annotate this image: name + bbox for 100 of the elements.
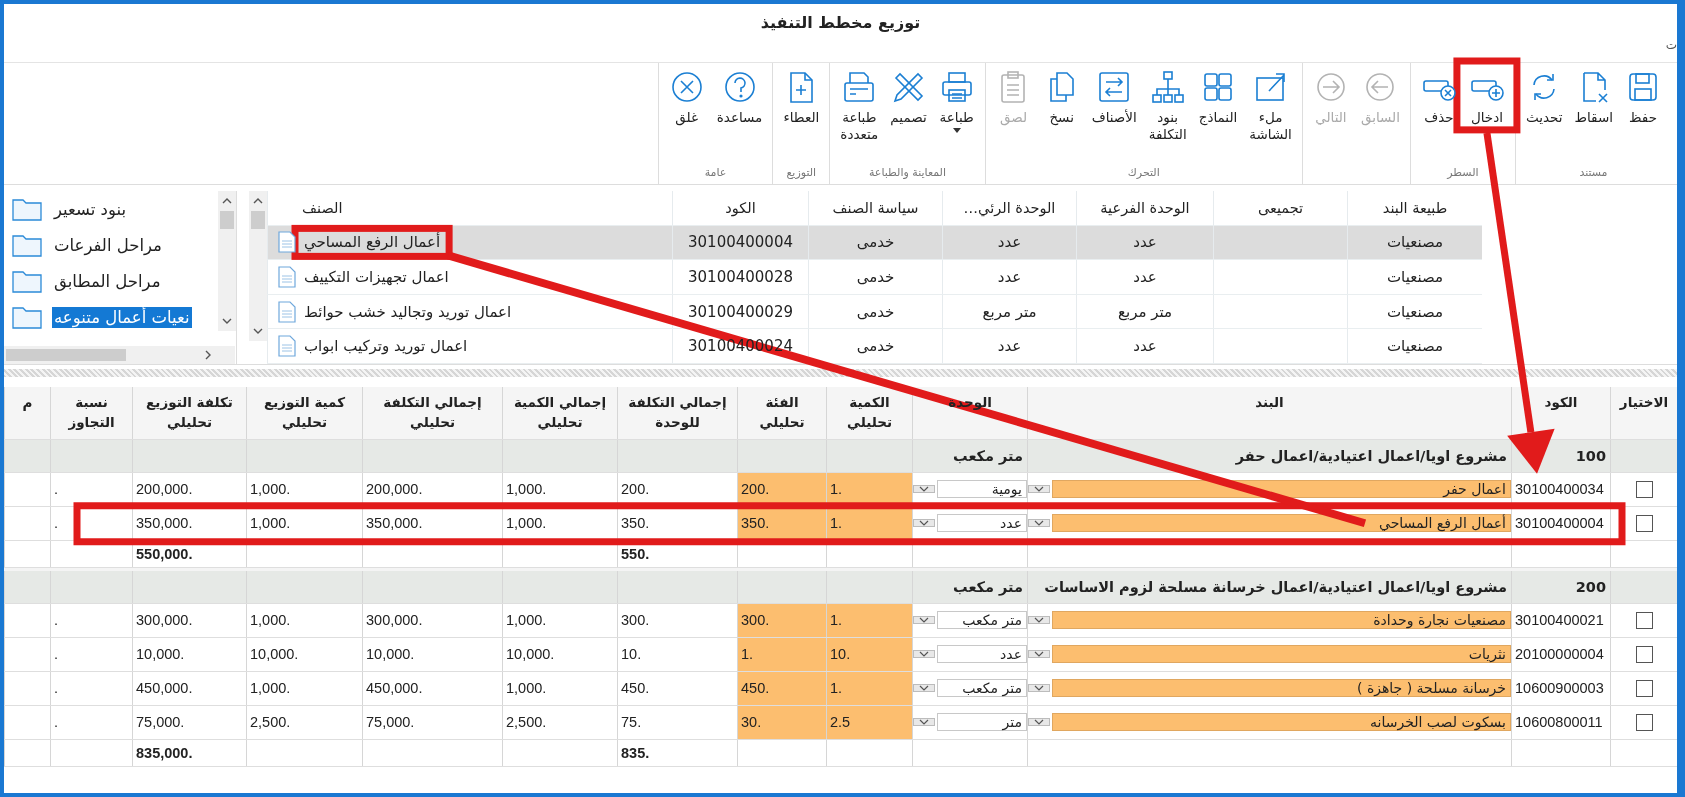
toolbar-button[interactable]: حفظ: [1619, 67, 1667, 128]
dropdown-button[interactable]: [1028, 718, 1050, 726]
checkbox[interactable]: [1635, 514, 1653, 532]
toolbar-button[interactable]: حذف: [1414, 67, 1463, 128]
group-code: 100: [1575, 447, 1606, 466]
rate-field[interactable]: 30.: [741, 714, 762, 730]
item-field[interactable]: اعمال حفر: [1052, 480, 1511, 499]
dropdown-button[interactable]: [1028, 519, 1050, 528]
table-cell: 350.: [621, 515, 650, 532]
column-header[interactable]: طبيعة البند: [1382, 199, 1448, 216]
dropdown-button[interactable]: [913, 650, 935, 658]
item-field[interactable]: خرسانة مسلحة ( جاهزة ): [1052, 679, 1511, 697]
scrollbar[interactable]: [249, 191, 267, 341]
toolbar-button[interactable]: النماذج: [1192, 67, 1244, 128]
checkbox[interactable]: [1635, 713, 1653, 731]
dropdown-button[interactable]: [913, 485, 935, 494]
dropdown-button[interactable]: [913, 684, 935, 692]
scrollbar[interactable]: [4, 346, 235, 364]
checkbox[interactable]: [1635, 480, 1653, 498]
column-header[interactable]: إجمالي الكمية تحليلي: [513, 393, 607, 433]
table-cell: 20100000004: [1515, 646, 1604, 662]
quantity-field[interactable]: 1.: [830, 612, 843, 628]
table-cell: متر مربع: [982, 302, 1037, 321]
toolbar-button[interactable]: مساعدة: [710, 67, 769, 128]
table-cell: 10600900003: [1515, 680, 1604, 696]
toolbar-button[interactable]: الأصناف: [1085, 67, 1143, 128]
checkbox[interactable]: [1635, 611, 1653, 629]
table-cell: عدد: [997, 268, 1022, 286]
unit-field[interactable]: عدد: [937, 645, 1027, 663]
rate-field[interactable]: 1.: [741, 646, 754, 662]
dropdown-button[interactable]: [913, 616, 935, 624]
table-cell: متر مربع: [1117, 302, 1173, 321]
quantity-field[interactable]: 10.: [830, 646, 851, 662]
quantity-field[interactable]: 1.: [830, 515, 843, 532]
tree-item[interactable]: مراحل المطابق: [52, 270, 163, 292]
item-field[interactable]: أعمال الرفع المساحي: [1052, 514, 1511, 533]
toolbar-button[interactable]: طباعة: [932, 67, 981, 135]
tree-item[interactable]: مراحل الفرعات: [52, 234, 164, 256]
column-header[interactable]: الاختيار: [1619, 393, 1669, 413]
column-header[interactable]: تجميعى: [1257, 199, 1304, 216]
table-cell: مصنعيات: [1387, 268, 1443, 286]
column-header[interactable]: إجمالي التكلفة للوحدة: [628, 393, 727, 433]
tree-item[interactable]: نعيات أعمال متنوعه: [52, 306, 192, 328]
column-header[interactable]: الوحدة الرئي…: [963, 199, 1056, 216]
unit-field[interactable]: عدد: [937, 514, 1027, 533]
column-header[interactable]: البند: [1255, 393, 1284, 413]
table-cell: مصنعيات: [1387, 337, 1443, 356]
unit-field[interactable]: متر مكعب: [937, 679, 1027, 697]
column-header[interactable]: الكمية تحليلي: [847, 393, 892, 433]
table-cell: 1,000.: [250, 612, 291, 628]
item-field[interactable]: نثريات: [1052, 645, 1511, 663]
column-header[interactable]: الكود: [1544, 393, 1578, 413]
rate-field[interactable]: 300.: [741, 612, 770, 628]
scrollbar[interactable]: [218, 191, 236, 331]
toolbar-button[interactable]: بنود التكلفة: [1142, 67, 1193, 145]
rate-field[interactable]: 200.: [741, 481, 770, 498]
column-header[interactable]: الكود: [725, 199, 756, 216]
column-header[interactable]: كمية التوزيع تحليلي: [264, 393, 346, 433]
item-field[interactable]: مصنعيات نجارة وحدادة: [1052, 611, 1511, 629]
table-cell: عدد: [997, 337, 1022, 356]
item-field[interactable]: بسكوت لصب الخرسانه: [1052, 713, 1511, 731]
column-header[interactable]: م: [22, 393, 33, 413]
unit-field[interactable]: متر مكعب: [937, 611, 1027, 629]
column-header[interactable]: تكلفة التوزيع تحليلي: [146, 393, 233, 433]
caret-icon: [952, 127, 961, 133]
toolbar-button[interactable]: تصميم: [884, 67, 933, 128]
unit-field[interactable]: متر: [937, 713, 1027, 731]
quantity-field[interactable]: 2.5: [830, 714, 851, 730]
toolbar-button[interactable]: نسخ: [1037, 67, 1086, 128]
splitter[interactable]: [4, 369, 1677, 377]
column-header[interactable]: الصنف: [302, 199, 343, 216]
tree-item[interactable]: بنود تسعير: [52, 198, 129, 220]
column-header[interactable]: نسبة التجاوز: [68, 393, 115, 433]
dropdown-button[interactable]: [1028, 650, 1050, 658]
column-header[interactable]: الوحدة الفرعية: [1100, 199, 1190, 216]
toolbar-button[interactable]: تحديث: [1519, 67, 1569, 128]
dropdown-button[interactable]: [1028, 684, 1050, 692]
toolbar-button[interactable]: غلق: [662, 67, 711, 128]
toolbar-button[interactable]: ادخال: [1462, 67, 1511, 128]
unit-field[interactable]: يومية: [937, 480, 1027, 499]
quantity-field[interactable]: 1.: [830, 481, 843, 498]
dropdown-button[interactable]: [913, 519, 935, 528]
table-cell: 30100400028: [688, 268, 793, 286]
rate-field[interactable]: 450.: [741, 680, 770, 696]
dropdown-button[interactable]: [913, 718, 935, 726]
column-header[interactable]: إجمالي التكلفة تحليلي: [383, 393, 482, 433]
quantity-field[interactable]: 1.: [830, 680, 843, 696]
toolbar-button[interactable]: اسقاط: [1568, 67, 1619, 128]
toolbar-button[interactable]: طباعة متعددة: [834, 67, 885, 145]
table-cell: 2,500.: [250, 714, 291, 730]
dropdown-button[interactable]: [1028, 616, 1050, 624]
checkbox[interactable]: [1635, 679, 1653, 697]
rate-field[interactable]: 350.: [741, 515, 770, 532]
toolbar-button[interactable]: ملء الشاشة: [1243, 67, 1298, 145]
dropdown-button[interactable]: [1028, 485, 1050, 494]
column-header[interactable]: سياسة الصنف: [832, 199, 919, 216]
checkbox[interactable]: [1635, 645, 1653, 663]
toolbar-button[interactable]: العطاء: [777, 67, 826, 128]
column-header[interactable]: الفئة تحليلي: [759, 393, 805, 433]
table-cell: 1,000.: [506, 680, 547, 696]
